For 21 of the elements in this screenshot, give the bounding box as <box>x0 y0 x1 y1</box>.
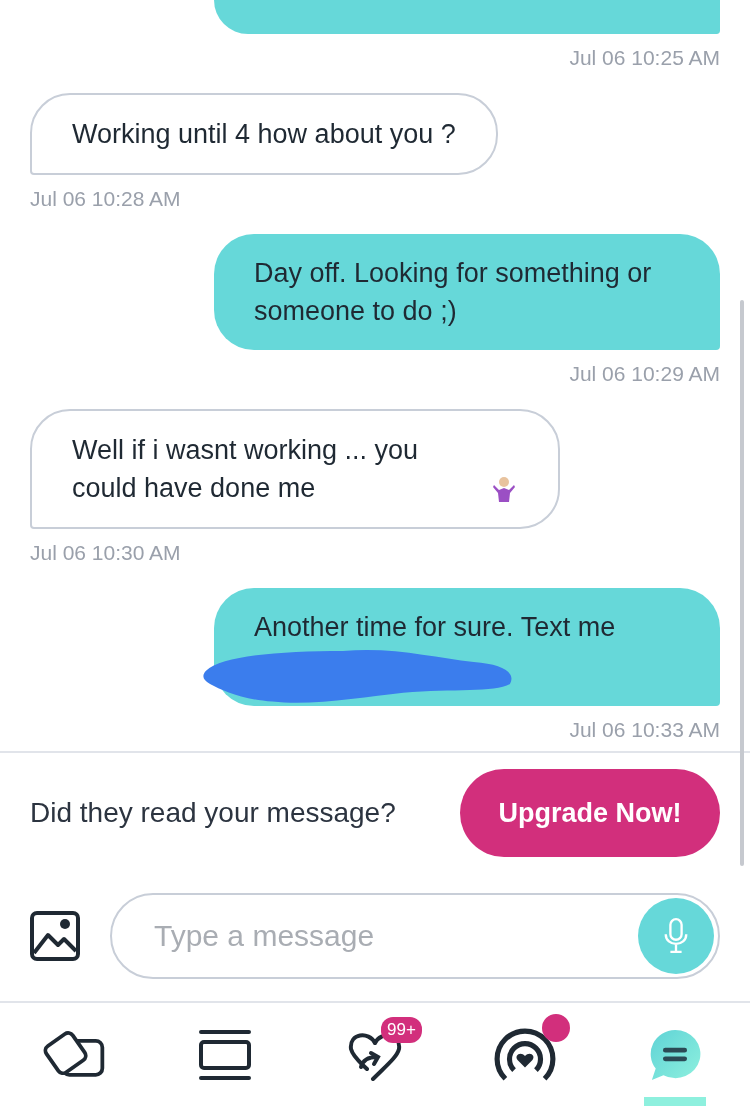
message-time: Jul 06 10:25 AM <box>569 46 720 70</box>
message-input[interactable]: Type a message <box>152 918 638 954</box>
message-text: Another time for sure. Text me <box>254 611 616 644</box>
active-tab-indicator <box>644 1097 706 1106</box>
list-icon <box>198 1027 252 1082</box>
message-text: Working until 4 how about you ? <box>72 118 456 151</box>
message-time: Jul 06 10:30 AM <box>30 541 181 565</box>
message-text: Day off. Looking for something or someone to do ;) <box>254 257 653 328</box>
message-text: Well if i wasnt working ... you could have done me <box>72 434 420 505</box>
notification-badge: 99+ <box>381 1016 422 1043</box>
message-time: Jul 06 10:33 AM <box>569 718 720 742</box>
chat-bubble-icon <box>648 1027 702 1082</box>
message-time: Jul 06 10:28 AM <box>30 187 181 211</box>
composer-field[interactable]: Type a message <box>110 893 720 979</box>
broadcast-heart-icon <box>494 1027 556 1082</box>
message-time: Jul 06 10:29 AM <box>569 362 720 386</box>
read-receipt-prompt: Did they read your message? <box>30 797 396 829</box>
nav-tab[interactable]: 99+ <box>315 1003 435 1106</box>
microphone-icon <box>662 917 690 955</box>
upgrade-button[interactable]: Upgrade Now! <box>460 769 720 857</box>
image-icon[interactable] <box>30 911 80 961</box>
